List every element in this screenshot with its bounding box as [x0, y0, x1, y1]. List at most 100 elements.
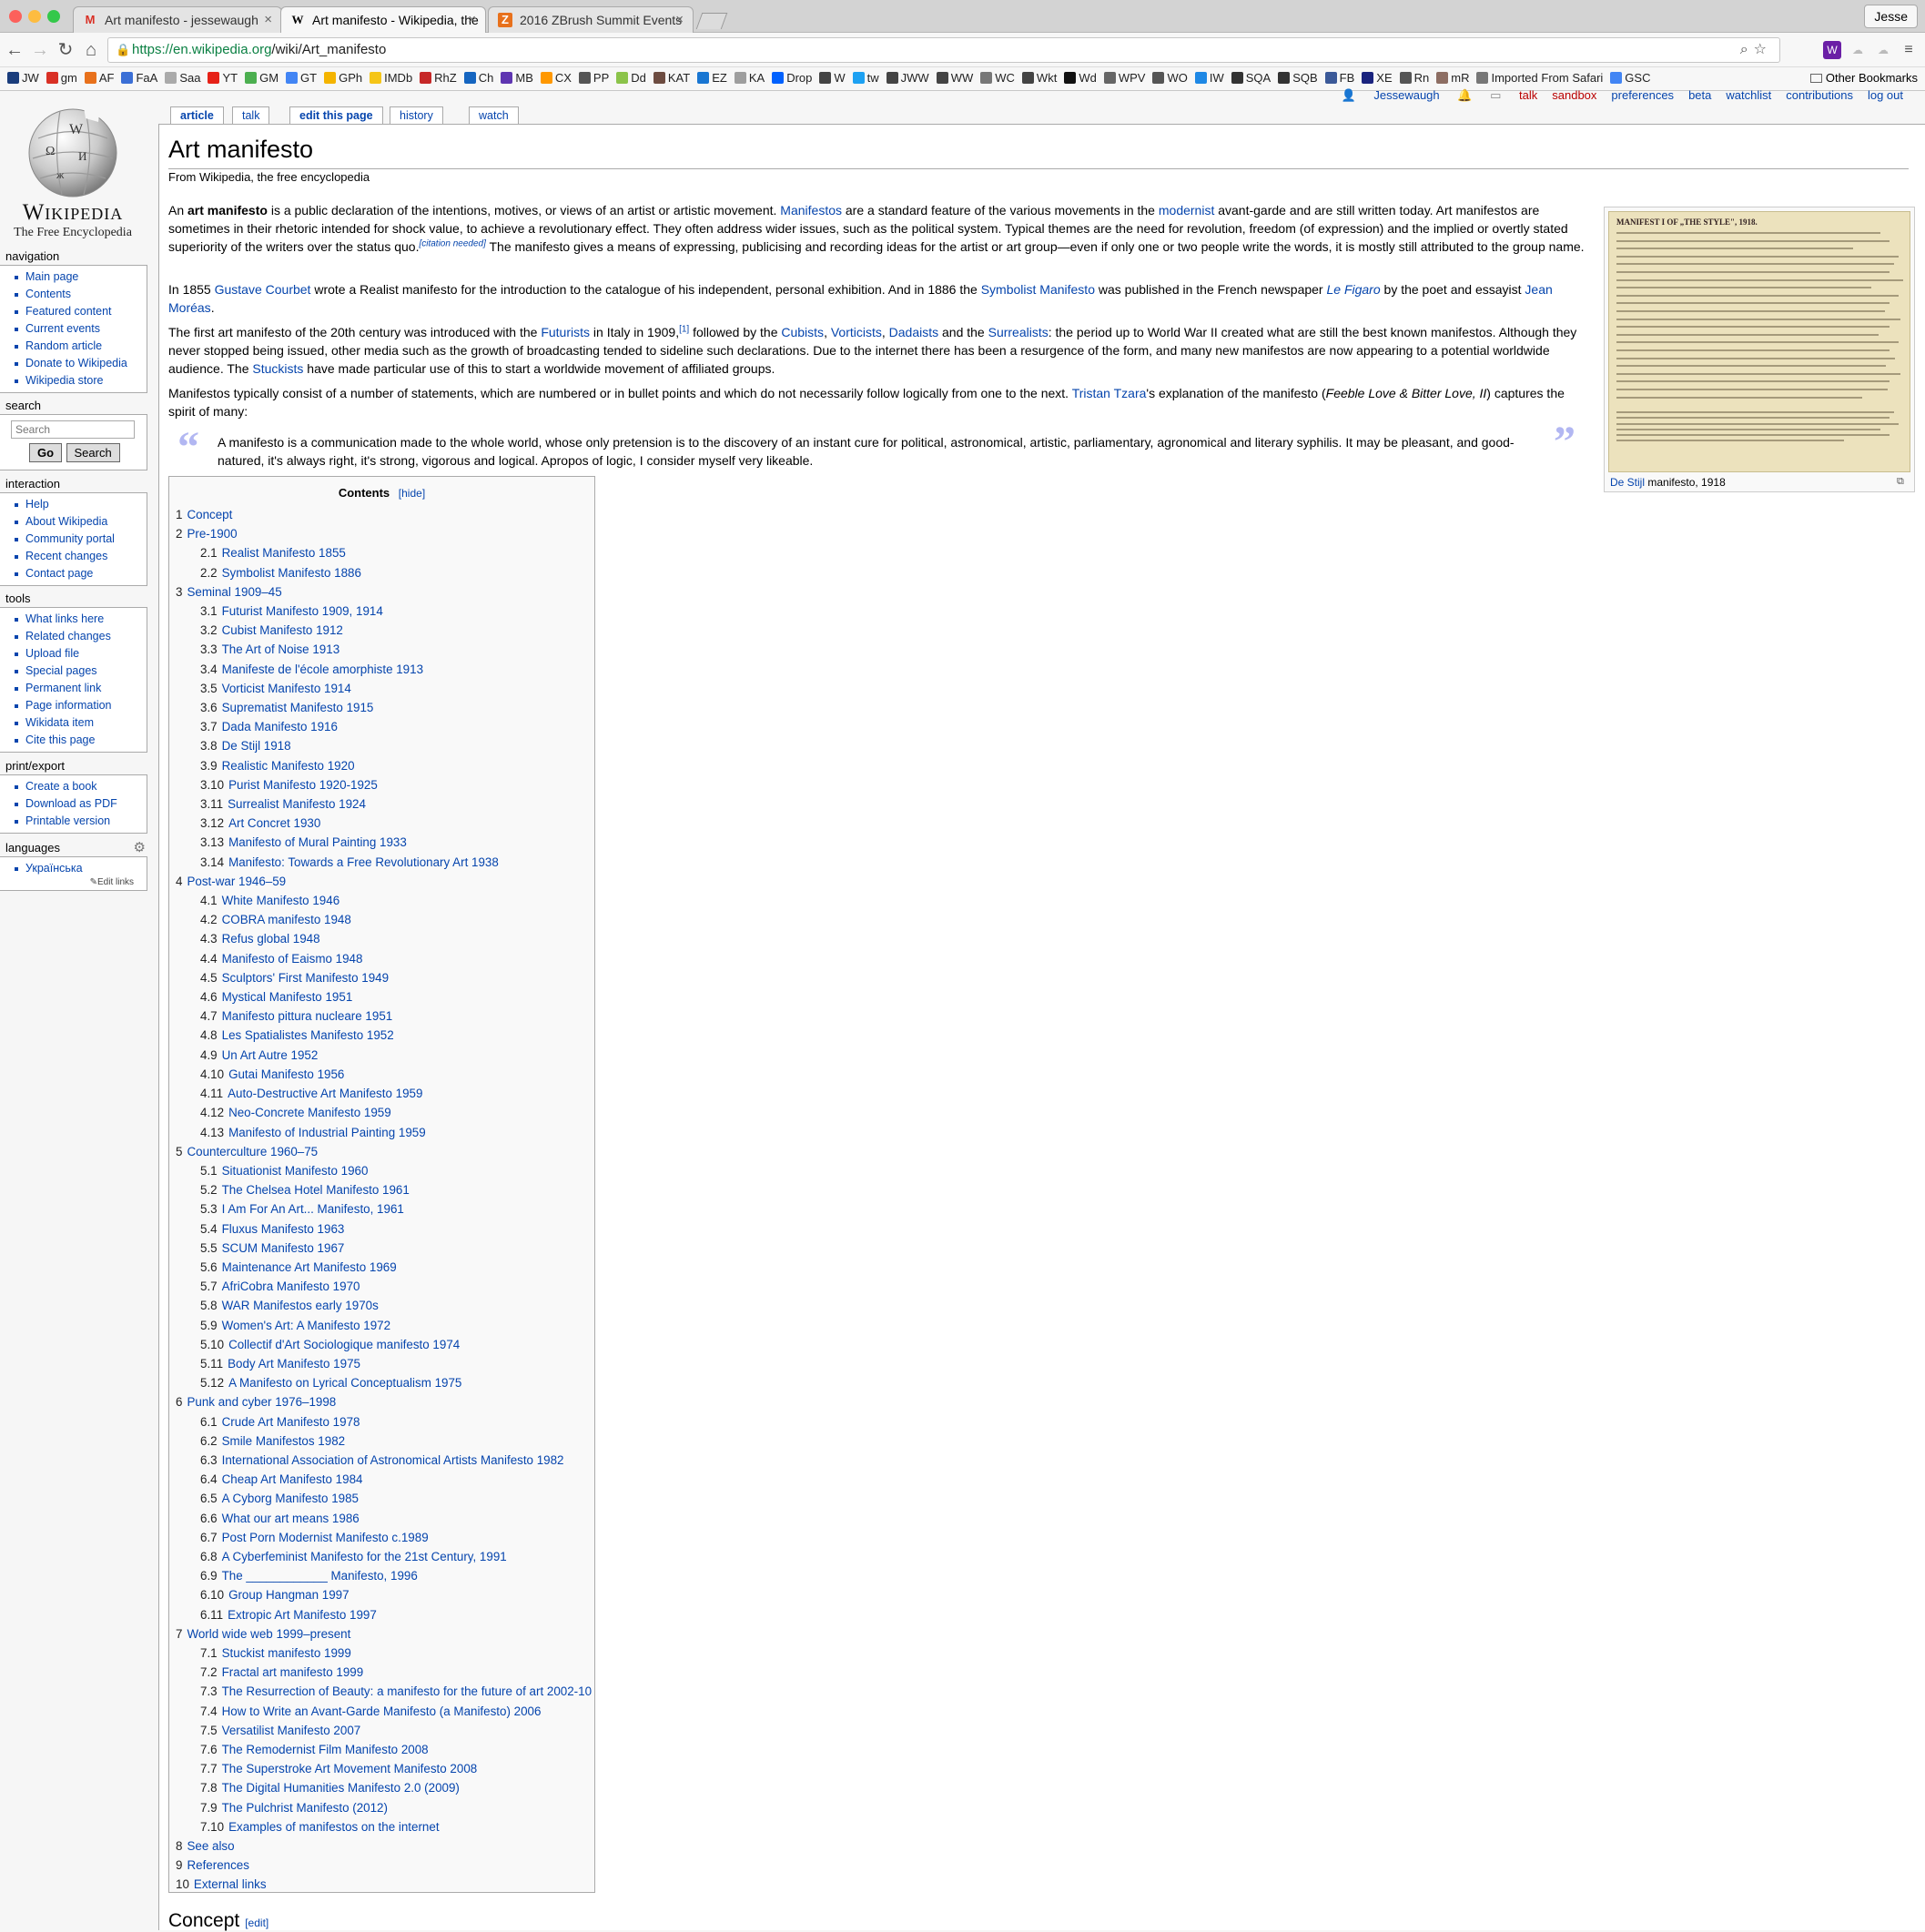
bookmark-star-icon[interactable]: ☆ [1754, 42, 1772, 57]
minimize-window-button[interactable] [28, 10, 41, 23]
bookmark-item[interactable]: Drop [772, 67, 812, 89]
toc-item[interactable]: 5.3 I Am For An Art... Manifesto, 1961 [176, 1199, 592, 1219]
search-input[interactable] [11, 420, 135, 439]
de-stijl-manifesto-image[interactable]: MANIFEST I OF „THE STYLE", 1918. [1608, 211, 1910, 472]
bookmark-item[interactable]: tw [852, 67, 879, 89]
notifications-tray-icon[interactable]: ▭ [1490, 88, 1501, 102]
toc-item[interactable]: 2.2 Symbolist Manifesto 1886 [176, 563, 592, 582]
toc-item[interactable]: 6.8 A Cyberfeminist Manifesto for the 21s… [176, 1547, 592, 1566]
toc-item[interactable]: 5.10 Collectif d'Art Sociologique manifes… [176, 1335, 592, 1354]
toc-item[interactable]: 3.4 Manifeste de l'école amorphiste 1913 [176, 660, 592, 679]
toc-item[interactable]: 5.5 SCUM Manifesto 1967 [176, 1239, 592, 1258]
toc-item[interactable]: 6.9 The ____________ Manifesto, 1996 [176, 1566, 592, 1585]
personal-link[interactable]: contributions [1786, 88, 1853, 102]
zoom-icon[interactable]: ⌕ [1740, 42, 1754, 57]
tab-close-icon[interactable]: × [264, 7, 272, 33]
toc-item[interactable]: 6.4 Cheap Art Manifesto 1984 [176, 1470, 592, 1489]
gear-icon[interactable]: ⚙ [134, 839, 146, 855]
toc-item[interactable]: 5.2 The Chelsea Hotel Manifesto 1961 [176, 1180, 592, 1199]
sync-extension-icon[interactable]: ☁ [1874, 41, 1892, 59]
toc-item[interactable]: 6 Punk and cyber 1976–1998 [176, 1392, 592, 1411]
bookmark-item[interactable]: GT [286, 67, 317, 89]
toc-item[interactable]: 7 World wide web 1999–present [176, 1624, 592, 1644]
go-button[interactable]: Go [29, 443, 63, 462]
toc-item[interactable]: 4.11 Auto-Destructive Art Manifesto 1959 [176, 1084, 592, 1103]
article-link[interactable]: modernist [1159, 203, 1214, 217]
toc-item[interactable]: 7.1 Stuckist manifesto 1999 [176, 1644, 592, 1663]
toc-item[interactable]: 1 Concept [176, 505, 592, 524]
enlarge-icon[interactable]: ⧉ [1897, 476, 1904, 488]
toc-item[interactable]: 5.7 AfriCobra Manifesto 1970 [176, 1277, 592, 1296]
profile-button[interactable]: Jesse [1864, 5, 1918, 28]
sidebar-item[interactable]: Create a book [13, 778, 147, 795]
sidebar-item[interactable]: About Wikipedia [13, 513, 147, 531]
address-bar[interactable]: 🔒 https://en.wikipedia.org/wiki/Art_mani… [107, 37, 1780, 63]
sidebar-item[interactable]: Featured content [13, 303, 147, 320]
article-link[interactable]: Dadaists [889, 325, 938, 339]
toc-item[interactable]: 7.7 The Superstroke Art Movement Manifest… [176, 1759, 592, 1778]
bookmark-item[interactable]: XE [1362, 67, 1393, 89]
sidebar-item[interactable]: Special pages [13, 663, 147, 680]
article-link[interactable]: Cubists [781, 325, 824, 339]
toc-item[interactable]: 2 Pre-1900 [176, 524, 592, 543]
sidebar-item[interactable]: Upload file [13, 645, 147, 663]
tab-close-icon[interactable]: × [675, 7, 684, 33]
bookmark-item[interactable]: WC [980, 67, 1015, 89]
toc-item[interactable]: 4.4 Manifesto of Eaismo 1948 [176, 949, 592, 968]
toc-item[interactable]: 3.8 De Stijl 1918 [176, 736, 592, 755]
toc-item[interactable]: 3.5 Vorticist Manifesto 1914 [176, 679, 592, 698]
bookmark-item[interactable]: FB [1324, 67, 1354, 89]
personal-link[interactable]: sandbox [1552, 88, 1596, 102]
toc-item[interactable]: 3.7 Dada Manifesto 1916 [176, 717, 592, 736]
toc-item[interactable]: 3.1 Futurist Manifesto 1909, 1914 [176, 602, 592, 621]
bookmark-item[interactable]: GM [245, 67, 279, 89]
toc-item[interactable]: 5.12 A Manifesto on Lyrical Conceptualism… [176, 1373, 592, 1392]
caption-link[interactable]: De Stijl [1610, 476, 1645, 489]
sidebar-item[interactable]: Current events [13, 320, 147, 338]
sidebar-item[interactable]: Related changes [13, 628, 147, 645]
toc-item[interactable]: 7.6 The Remodernist Film Manifesto 2008 [176, 1740, 592, 1759]
toc-item[interactable]: 4.12 Neo-Concrete Manifesto 1959 [176, 1103, 592, 1122]
bookmark-item[interactable]: Rn [1399, 67, 1429, 89]
toc-item[interactable]: 4.9 Un Art Autre 1952 [176, 1046, 592, 1065]
sidebar-item[interactable]: Wikipedia store [13, 372, 147, 389]
toc-item[interactable]: 4.6 Mystical Manifesto 1951 [176, 987, 592, 1006]
toc-item[interactable]: 5.11 Body Art Manifesto 1975 [176, 1354, 592, 1373]
tab-article[interactable]: article [170, 106, 224, 125]
toc-item[interactable]: 6.1 Crude Art Manifesto 1978 [176, 1412, 592, 1431]
sidebar-item[interactable]: Cite this page [13, 732, 147, 749]
bookmark-item[interactable]: Ch [463, 67, 493, 89]
new-tab-button[interactable] [695, 13, 728, 29]
toc-item[interactable]: 3.11 Surrealist Manifesto 1924 [176, 794, 592, 814]
toc-item[interactable]: 3 Seminal 1909–45 [176, 582, 592, 602]
reload-icon[interactable]: ↻ [55, 39, 76, 61]
bookmark-item[interactable]: KA [734, 67, 765, 89]
bookmark-item[interactable]: WPV [1103, 67, 1145, 89]
bookmark-item[interactable]: KAT [653, 67, 690, 89]
sidebar-item[interactable]: Recent changes [13, 548, 147, 565]
tab-talk[interactable]: talk [232, 106, 270, 124]
personal-link[interactable]: preferences [1611, 88, 1674, 102]
zoom-window-button[interactable] [47, 10, 60, 23]
toc-item[interactable]: 3.14 Manifesto: Towards a Free Revolution… [176, 853, 592, 872]
toc-item[interactable]: 4.1 White Manifesto 1946 [176, 891, 592, 910]
forward-arrow-icon[interactable]: → [29, 39, 51, 61]
toc-item[interactable]: 3.9 Realistic Manifesto 1920 [176, 756, 592, 775]
bookmark-item[interactable]: gm [46, 67, 77, 89]
personal-link[interactable]: talk [1519, 88, 1537, 102]
bookmark-item[interactable]: PP [578, 67, 609, 89]
toc-item[interactable]: 6.6 What our art means 1986 [176, 1509, 592, 1528]
article-link[interactable]: Stuckists [252, 361, 303, 376]
sidebar-item[interactable]: Random article [13, 338, 147, 355]
toc-item[interactable]: 3.3 The Art of Noise 1913 [176, 640, 592, 659]
article-link[interactable]: Surrealists [988, 325, 1049, 339]
bookmark-item[interactable]: Wkt [1021, 67, 1057, 89]
toc-item[interactable]: 6.7 Post Porn Modernist Manifesto c.1989 [176, 1528, 592, 1547]
toc-item[interactable]: 3.12 Art Concret 1930 [176, 814, 592, 833]
personal-link[interactable]: watchlist [1726, 88, 1771, 102]
user-link[interactable]: 👤 Jessewaugh [1327, 88, 1440, 102]
toc-item[interactable]: 3.10 Purist Manifesto 1920-1925 [176, 775, 592, 794]
search-button[interactable]: Search [66, 443, 120, 462]
bookmark-item[interactable]: JW [7, 67, 39, 89]
bookmark-item[interactable]: Imported From Safari [1476, 67, 1603, 89]
